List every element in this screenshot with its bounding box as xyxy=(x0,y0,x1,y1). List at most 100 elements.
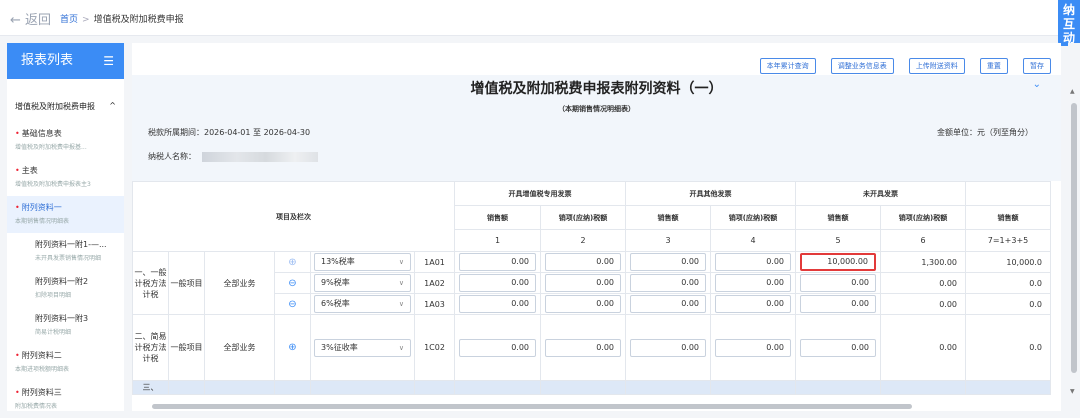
amount-value: 0.0 xyxy=(965,272,1051,294)
sidebar-item-attachment-1-sub3[interactable]: 附列资料一附3 简易计税明细 xyxy=(7,307,124,344)
horizontal-scrollbar[interactable] xyxy=(132,403,1061,411)
report-list-sidebar: 报表列表 ☰ 增值税及附加税费申报 ^ • 基础信息表 增值税及附加税费申报基..… xyxy=(7,43,124,411)
amount-input[interactable]: 0.00 xyxy=(630,295,706,313)
top-bar: ← 返回 首页 > 增值税及附加税费申报 xyxy=(0,0,1080,36)
amount-value: 0.00 xyxy=(880,272,966,294)
amount-input[interactable]: 0.00 xyxy=(715,295,791,313)
sidebar-item-label: 主表 xyxy=(21,166,38,175)
add-row-icon[interactable]: ⊕ xyxy=(274,314,311,381)
category-label: 一般项目 xyxy=(168,314,205,381)
sidebar-item-attachment-3[interactable]: • 附列资料三 附加税费情况表 xyxy=(7,381,124,418)
empty-cell xyxy=(414,380,455,395)
sidebar-item-sub: 增值税及附加税费申报基... xyxy=(15,144,87,151)
scroll-thumb[interactable] xyxy=(1071,103,1077,373)
section-label-simple: 二、简易计税方法计税 xyxy=(132,314,169,381)
column-number: 7=1+3+5 xyxy=(965,229,1051,252)
remove-row-icon[interactable]: ⊖ xyxy=(274,272,311,294)
add-row-icon[interactable]: ⊕ xyxy=(274,251,311,273)
sidebar-item-main-table[interactable]: • 主表 增值税及附加税费申报表主3 xyxy=(7,159,124,196)
tax-rate-select[interactable]: 9%税率 ∨ xyxy=(310,272,415,294)
required-star: • xyxy=(15,388,20,397)
chevron-down-icon: ∨ xyxy=(398,279,404,287)
annual-cumulative-query-button[interactable]: 本年累计查询 xyxy=(759,58,816,74)
empty-cell xyxy=(965,380,1051,395)
required-star: • xyxy=(15,166,20,175)
remove-row-icon[interactable]: ⊖ xyxy=(274,293,311,315)
amount-input[interactable]: 0.00 xyxy=(800,338,876,357)
business-label: 全部业务 xyxy=(204,251,275,315)
tax-rate-select[interactable]: 3%征收率 ∨ xyxy=(310,314,415,381)
reset-button[interactable]: 重置 xyxy=(979,58,1008,74)
scroll-up-icon[interactable]: ▲ xyxy=(1070,88,1075,95)
chevron-down-icon: ∨ xyxy=(398,258,404,266)
sidebar-item-label: 附列资料三 xyxy=(21,388,62,397)
save-draft-button[interactable]: 暂存 xyxy=(1023,58,1051,74)
amount-input[interactable]: 0.00 xyxy=(715,274,791,292)
interaction-side-tab[interactable]: 纳互动 xyxy=(1058,0,1080,46)
taxpayer-name: 纳税人名称： xyxy=(148,151,318,162)
amount-value: 10,000.0 xyxy=(965,251,1051,273)
amount-input[interactable]: 0.00 xyxy=(545,338,621,357)
amount-input[interactable]: 0.00 xyxy=(715,253,791,271)
back-button[interactable]: ← 返回 xyxy=(10,9,51,28)
sub-header: 销项(应纳)税额 xyxy=(540,205,626,230)
scroll-down-icon[interactable]: ▼ xyxy=(1070,388,1075,395)
main-panel: 本年累计查询 调整业务信息表 上传附送资料 重置 暂存 增值税及附加税费申报表附… xyxy=(132,43,1061,411)
sidebar-item-attachment-1-sub2[interactable]: 附列资料一附2 扣除项目明细 xyxy=(7,270,124,307)
taxpayer-name-label: 纳税人名称： xyxy=(148,152,196,161)
group-header-vat-special: 开具增值税专用发票 xyxy=(454,181,626,206)
amount-input[interactable]: 0.00 xyxy=(630,274,706,292)
amount-input[interactable]: 0.00 xyxy=(800,274,876,292)
sub-header: 销项(应纳)税额 xyxy=(880,205,966,230)
column-number: 2 xyxy=(540,229,626,252)
sidebar-item-sub: 简易计税明细 xyxy=(35,329,72,336)
adjust-business-info-button[interactable]: 调整业务信息表 xyxy=(830,58,894,74)
chevron-up-icon: ^ xyxy=(109,101,116,110)
amount-input[interactable]: 0.00 xyxy=(545,274,621,292)
amount-input[interactable]: 0.00 xyxy=(630,253,706,271)
toolbar: 本年累计查询 调整业务信息表 上传附送资料 重置 暂存 xyxy=(750,53,1051,74)
sidebar-item-basic-info[interactable]: • 基础信息表 增值税及附加税费申报基... xyxy=(7,122,124,159)
amount-input[interactable]: 0.00 xyxy=(800,295,876,313)
amount-input[interactable]: 0.00 xyxy=(545,295,621,313)
sidebar-item-attachment-2[interactable]: • 附列资料二 本期进项税额明细表 xyxy=(7,344,124,381)
upload-attachments-button[interactable]: 上传附送资料 xyxy=(908,58,965,74)
amount-input[interactable]: 0.00 xyxy=(545,253,621,271)
scroll-thumb[interactable] xyxy=(152,404,912,409)
tax-rate-select[interactable]: 6%税率 ∨ xyxy=(310,293,415,315)
group-header-total xyxy=(965,181,1051,206)
amount-input[interactable]: 0.00 xyxy=(459,253,536,271)
sidebar-item-label: 附列资料二 xyxy=(21,351,62,360)
amount-input[interactable]: 0.00 xyxy=(459,274,536,292)
amount-unit: 金额单位：元（列至角分） xyxy=(937,128,1033,137)
sidebar-group[interactable]: 增值税及附加税费申报 ^ xyxy=(7,79,124,112)
tax-period: 税款所属期间：2026-04-01 至 2026-04-30 xyxy=(148,128,311,137)
sub-header: 销项(应纳)税额 xyxy=(710,205,796,230)
amount-value: 1,300.00 xyxy=(880,251,966,273)
sidebar-item-sub: 附加税费情况表 xyxy=(15,403,58,410)
amount-input[interactable]: 0.00 xyxy=(459,295,536,313)
amount-input[interactable]: 0.00 xyxy=(715,338,791,357)
sales-detail-table: 项目及栏次 开具增值税专用发票 开具其他发票 未开具发票 销售额 销项(应纳)税… xyxy=(132,181,1061,411)
amount-input-highlighted[interactable]: 10,000.00 xyxy=(800,253,876,271)
empty-cell xyxy=(310,380,415,395)
amount-value: 0.00 xyxy=(880,293,966,315)
amount-value: 0.00 xyxy=(880,314,966,381)
breadcrumb-home[interactable]: 首页 xyxy=(60,15,78,25)
sidebar-item-attachment-1-sub1[interactable]: 附列资料一附1-—... 未开具发票销售情况明细 xyxy=(7,233,124,270)
chevron-down-icon[interactable]: ⌄ xyxy=(1033,79,1041,90)
tax-rate-value: 3%征收率 xyxy=(321,342,358,352)
sub-header: 销售额 xyxy=(625,205,711,230)
sidebar-item-label: 附列资料一附1-—... xyxy=(35,240,107,249)
sidebar-item-attachment-1[interactable]: • 附列资料一 本期销售情况明细表 xyxy=(7,196,124,233)
tax-rate-select[interactable]: 13%税率 ∨ xyxy=(310,251,415,273)
menu-icon[interactable]: ☰ xyxy=(103,43,114,79)
required-star: • xyxy=(15,351,20,360)
form-subtitle: （本期销售情况明细表） xyxy=(558,105,635,113)
vertical-scrollbar[interactable]: ▲ ▼ xyxy=(1068,43,1080,411)
amount-input[interactable]: 0.00 xyxy=(630,338,706,357)
amount-input[interactable]: 0.00 xyxy=(459,338,536,357)
sidebar-item-label: 附列资料一 xyxy=(21,203,62,212)
section-label-general: 一、一般计税方法计税 xyxy=(132,251,169,315)
breadcrumb-separator: > xyxy=(82,15,90,25)
